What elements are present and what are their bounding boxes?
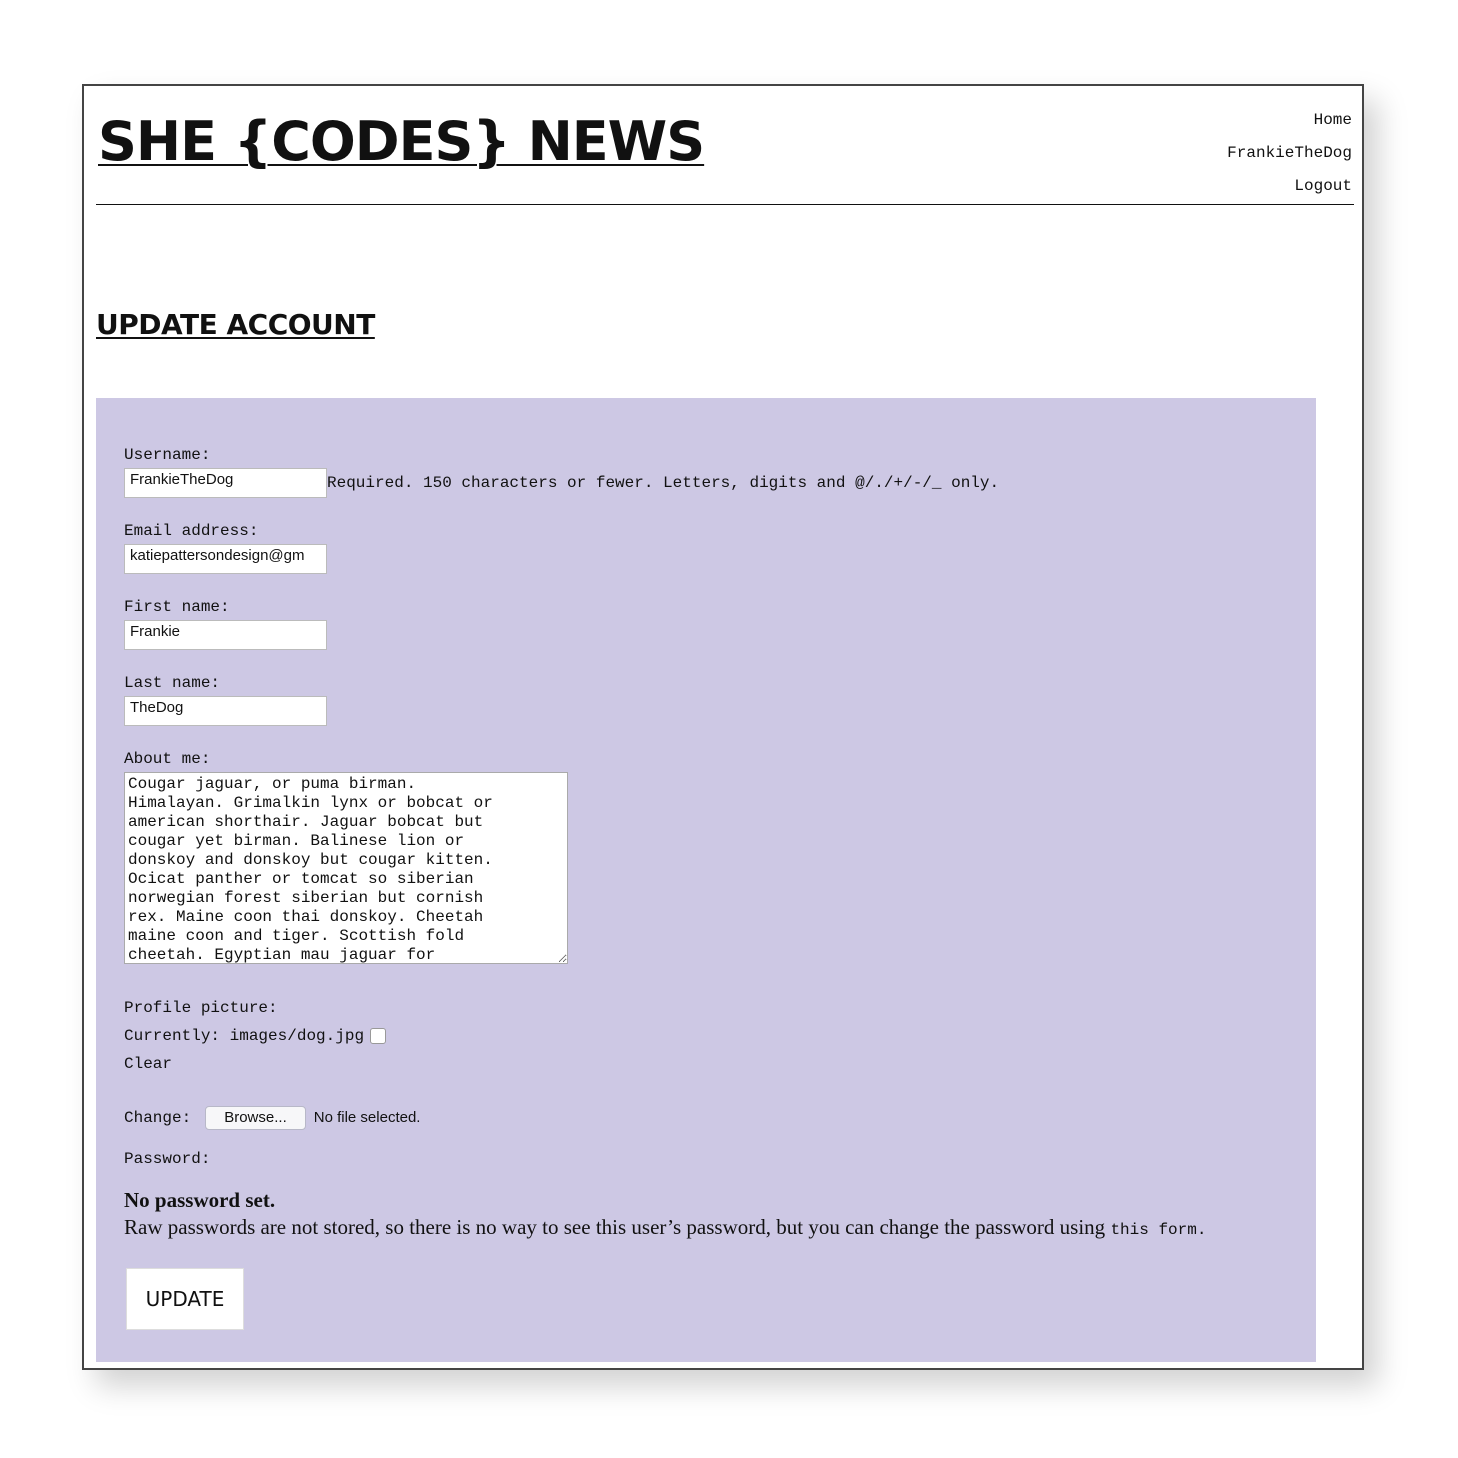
update-account-form: Username: FrankieTheDog Required. 150 ch… xyxy=(96,398,1316,1362)
first-name-input[interactable]: Frankie xyxy=(124,620,327,650)
change-label: Change: xyxy=(124,1109,192,1128)
currently-label: Currently: xyxy=(124,1027,221,1045)
password-help-text: Raw passwords are not stored, so there i… xyxy=(124,1215,1206,1240)
browse-button[interactable]: Browse... xyxy=(205,1106,306,1130)
last-name-label: Last name: xyxy=(124,674,221,692)
profile-current-row: Currently: images/dog.jpg xyxy=(124,1022,420,1050)
username-field-group: Username: FrankieTheDog Required. 150 ch… xyxy=(124,446,999,498)
change-password-link[interactable]: this form xyxy=(1110,1221,1196,1239)
main-nav: Home FrankieTheDog Logout xyxy=(1227,104,1352,203)
nav-logout-link[interactable]: Logout xyxy=(1227,170,1352,203)
first-name-field-group: First name: Frankie xyxy=(124,598,327,650)
about-field-group: About me: Cougar jaguar, or puma birman.… xyxy=(124,750,568,964)
email-field-group: Email address: katiepattersondesign@gm xyxy=(124,522,327,574)
about-label: About me: xyxy=(124,750,211,768)
first-name-label: First name: xyxy=(124,598,230,616)
password-label: Password: xyxy=(124,1150,211,1168)
site-title-link[interactable]: SHE {CODES} NEWS xyxy=(98,112,705,172)
about-textarea[interactable]: Cougar jaguar, or puma birman. Himalayan… xyxy=(124,772,568,964)
update-button[interactable]: UPDATE xyxy=(126,1268,244,1330)
email-label: Email address: xyxy=(124,522,259,540)
clear-checkbox[interactable] xyxy=(370,1027,387,1044)
password-status-title: No password set. xyxy=(124,1188,276,1212)
username-help-text: Required. 150 characters or fewer. Lette… xyxy=(327,474,1000,492)
site-header: SHE {CODES} NEWS Home FrankieTheDog Logo… xyxy=(96,86,1354,205)
clear-label: Clear xyxy=(124,1055,173,1073)
password-group: Password: No password set. Raw passwords… xyxy=(124,1150,1206,1240)
page-title: UPDATE ACCOUNT xyxy=(96,308,375,341)
username-input[interactable]: FrankieTheDog xyxy=(124,468,327,498)
last-name-input[interactable]: TheDog xyxy=(124,696,327,726)
change-file-row: Change: Browse... No file selected. xyxy=(124,1104,420,1132)
last-name-field-group: Last name: TheDog xyxy=(124,674,327,726)
email-input[interactable]: katiepattersondesign@gm xyxy=(124,544,327,574)
nav-home-link[interactable]: Home xyxy=(1227,104,1352,137)
no-file-text: No file selected. xyxy=(313,1109,421,1126)
profile-picture-group: Profile picture: Currently: images/dog.j… xyxy=(124,994,420,1132)
nav-profile-link[interactable]: FrankieTheDog xyxy=(1227,137,1352,170)
password-help-end: . xyxy=(1196,1221,1207,1239)
current-file-link[interactable]: images/dog.jpg xyxy=(230,1027,364,1045)
username-label: Username: xyxy=(124,446,211,464)
browser-window: SHE {CODES} NEWS Home FrankieTheDog Logo… xyxy=(82,84,1364,1370)
profile-picture-label: Profile picture: xyxy=(124,999,278,1017)
password-help-body: Raw passwords are not stored, so there i… xyxy=(124,1215,1111,1239)
